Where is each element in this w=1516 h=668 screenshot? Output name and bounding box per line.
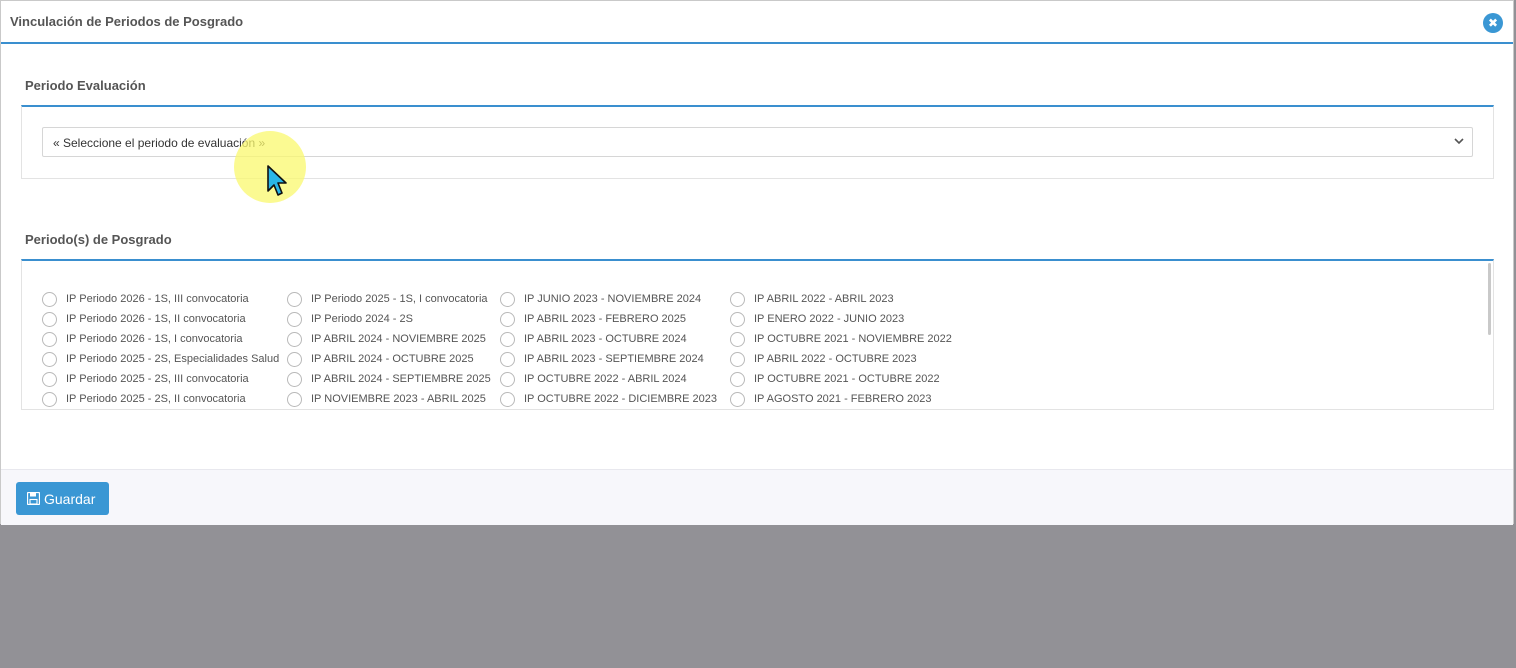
radio-button[interactable] (287, 372, 302, 387)
radio-button[interactable] (42, 292, 57, 307)
option-label: IP OCTUBRE 2021 - OCTUBRE 2022 (754, 373, 940, 385)
radio-button[interactable] (500, 392, 515, 407)
radio-button[interactable] (730, 332, 745, 347)
option-label: IP ABRIL 2024 - OCTUBRE 2025 (311, 353, 474, 365)
modal-dialog: Vinculación de Periodos de Posgrado ✖ Pe… (0, 0, 1514, 525)
modal-header: Vinculación de Periodos de Posgrado ✖ (1, 1, 1513, 44)
option-label: IP Periodo 2026 - 1S, II convocatoria (66, 313, 246, 325)
save-label: Guardar (44, 491, 96, 507)
option-label: IP OCTUBRE 2022 - ABRIL 2024 (524, 373, 687, 385)
radio-button[interactable] (730, 392, 745, 407)
option-label: IP AGOSTO 2021 - FEBRERO 2023 (754, 393, 932, 405)
option-label: IP OCTUBRE 2022 - DICIEMBRE 2023 (524, 393, 717, 405)
option-label: IP Periodo 2025 - 2S, III convocatoria (66, 373, 249, 385)
close-icon: ✖ (1487, 16, 1499, 30)
option-label: IP ABRIL 2022 - ABRIL 2023 (754, 293, 894, 305)
close-button[interactable]: ✖ (1483, 13, 1503, 33)
radio-button[interactable] (42, 352, 57, 367)
option-label: IP Periodo 2025 - 1S, I convocatoria (311, 293, 488, 305)
option-label: IP ABRIL 2023 - FEBRERO 2025 (524, 313, 687, 325)
option-label: IP ABRIL 2024 - NOVIEMBRE 2025 (311, 333, 486, 345)
option-label: IP ABRIL 2023 - OCTUBRE 2024 (524, 333, 687, 345)
radio-button[interactable] (730, 352, 745, 367)
chevron-down-icon (1454, 138, 1464, 145)
postgrad-panel: IP Periodo 2026 - 1S, III convocatoria IP… (21, 259, 1494, 410)
radio-button[interactable] (500, 352, 515, 367)
radio-button[interactable] (287, 352, 302, 367)
postgrad-options-list: IP Periodo 2026 - 1S, III convocatoria IP… (22, 261, 1493, 409)
radio-button[interactable] (287, 332, 302, 347)
option-label: IP JUNIO 2023 - NOVIEMBRE 2024 (524, 293, 702, 305)
modal-footer: Guardar (1, 469, 1513, 525)
option-label: IP Periodo 2025 - 2S, Especialidades Sal… (66, 353, 280, 365)
postgrad-section-title: Periodo(s) de Posgrado (25, 232, 172, 247)
radio-button[interactable] (42, 392, 57, 407)
radio-button[interactable] (730, 312, 745, 327)
evaluation-section-title: Periodo Evaluación (25, 78, 146, 93)
option-label: IP ENERO 2022 - JUNIO 2023 (754, 313, 905, 325)
radio-button[interactable] (42, 372, 57, 387)
evaluation-period-select[interactable]: « Seleccione el periodo de evaluación » (42, 127, 1473, 157)
option-label: IP NOVIEMBRE 2023 - ABRIL 2025 (311, 393, 486, 405)
floppy-disk-icon (27, 492, 40, 505)
radio-button[interactable] (500, 372, 515, 387)
option-label: IP Periodo 2026 - 1S, III convocatoria (66, 293, 249, 305)
select-value: « Seleccione el periodo de evaluación » (53, 136, 266, 150)
modal-title: Vinculación de Periodos de Posgrado (10, 14, 244, 29)
radio-button[interactable] (287, 392, 302, 407)
evaluation-panel: « Seleccione el periodo de evaluación » (21, 105, 1494, 179)
option-label: IP Periodo 2025 - 2S, II convocatoria (66, 393, 246, 405)
option-label: IP Periodo 2024 - 2S (311, 313, 413, 325)
option-label: IP ABRIL 2022 - OCTUBRE 2023 (754, 353, 917, 365)
radio-button[interactable] (287, 312, 302, 327)
option-label: IP ABRIL 2023 - SEPTIEMBRE 2024 (524, 353, 704, 365)
radio-button[interactable] (730, 372, 745, 387)
radio-button[interactable] (500, 292, 515, 307)
scrollbar[interactable] (1488, 263, 1491, 335)
save-button[interactable]: Guardar (16, 482, 109, 515)
option-label: IP ABRIL 2024 - SEPTIEMBRE 2025 (311, 373, 491, 385)
radio-button[interactable] (42, 332, 57, 347)
radio-button[interactable] (500, 312, 515, 327)
option-label: IP OCTUBRE 2021 - NOVIEMBRE 2022 (754, 333, 952, 345)
option-label: IP Periodo 2026 - 1S, I convocatoria (66, 333, 243, 345)
radio-button[interactable] (287, 292, 302, 307)
radio-button[interactable] (500, 332, 515, 347)
radio-button[interactable] (42, 312, 57, 327)
radio-button[interactable] (730, 292, 745, 307)
